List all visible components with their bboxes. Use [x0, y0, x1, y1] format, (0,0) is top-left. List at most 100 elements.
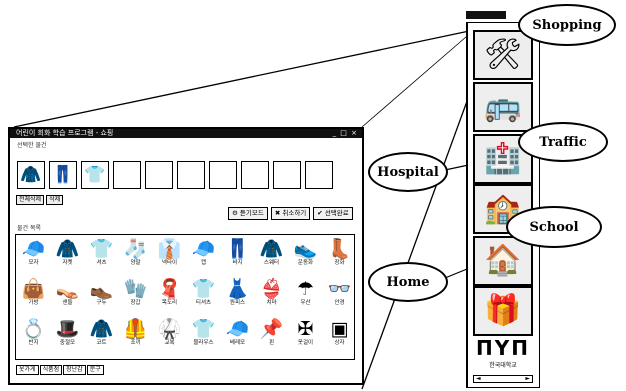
tab-grocery[interactable]: 식품점	[39, 365, 63, 375]
item-label: 목도리	[161, 300, 178, 306]
item-cell[interactable]: 🦺 조끼	[119, 316, 152, 356]
selected-slot[interactable]: 👖	[49, 161, 77, 189]
shirt-icon: 👕	[191, 318, 216, 340]
item-cell[interactable]: 👔 넥타이	[153, 236, 186, 276]
vest-icon: 🦺	[123, 318, 148, 340]
selected-slot[interactable]	[145, 161, 173, 189]
item-cell[interactable]: 🧥 코트	[85, 316, 118, 356]
cap-icon: 🧢	[191, 238, 216, 260]
item-cell[interactable]: 🧣 목도리	[153, 276, 186, 316]
clear-all-button[interactable]: 전체삭제	[16, 195, 45, 205]
selected-slot[interactable]: 🧥	[17, 161, 45, 189]
shirt-icon: 👕	[191, 278, 216, 300]
pants-icon: 👖	[225, 238, 250, 260]
cancel-label: 취소하기	[282, 209, 307, 217]
uniform-icon: 🥋	[157, 318, 182, 340]
item-cell[interactable]: 🧦 양말	[119, 236, 152, 276]
shopping-callout: Shopping	[518, 4, 616, 46]
speaker-icon: ⚙	[232, 209, 238, 217]
coat-icon: 🧥	[20, 164, 42, 185]
item-cell[interactable]: 🥋 교복	[153, 316, 186, 356]
item-label: 중절모	[59, 340, 76, 346]
tab-toys[interactable]: 장난감	[63, 365, 86, 375]
hospital-icon: 🏥	[484, 141, 522, 176]
item-label: 베레모	[229, 340, 246, 346]
item-cell[interactable]: 👟 운동화	[289, 236, 322, 276]
shirt-icon: 👕	[84, 164, 106, 185]
selected-slot[interactable]	[273, 161, 301, 189]
item-label: 조끼	[130, 340, 141, 346]
cancel-icon: ✖	[274, 209, 281, 217]
item-label: 가방	[28, 300, 39, 306]
shopping-category-button[interactable]: 🛠	[473, 30, 533, 80]
glove-icon: 🧤	[123, 278, 148, 300]
item-label: 셔츠	[96, 260, 107, 266]
item-cell[interactable]: 👞 구두	[85, 276, 118, 316]
selected-slot[interactable]	[305, 161, 333, 189]
item-label: 장화	[334, 260, 345, 266]
scarf-icon: 🧣	[157, 278, 182, 300]
item-list-heading: 물건 목록	[17, 225, 41, 232]
box-icon: ▣	[330, 318, 349, 340]
jacket-icon: 🧥	[55, 238, 80, 260]
item-cell[interactable]: 🎩 중절모	[51, 316, 84, 356]
item-label: 원피스	[229, 300, 246, 306]
item-cell[interactable]: 👕 티셔츠	[187, 276, 220, 316]
panel-scrollbar[interactable]: ◄ ►	[473, 375, 533, 383]
shopping-window: 어린이 회화 학습 프로그램 - 쇼핑 _ □ × 선택한 물건 🧥 👖 👕 전체삭…	[8, 127, 364, 385]
done-button[interactable]: ✔ 선택완료	[313, 207, 353, 220]
item-cell[interactable]: ☂ 우산	[289, 276, 322, 316]
selected-items-heading: 선택한 물건	[17, 142, 47, 149]
item-cell[interactable]: ▣ 상자	[323, 316, 356, 356]
pin-icon: 📌	[259, 318, 284, 340]
ring-icon: 💍	[21, 318, 46, 340]
item-cell[interactable]: 📌 핀	[255, 316, 288, 356]
skirt-icon: 👙	[259, 278, 284, 300]
window-controls[interactable]: _ □ ×	[333, 129, 358, 138]
item-label: 모자	[28, 260, 39, 266]
item-label: 샌들	[62, 300, 73, 306]
item-cell[interactable]: 👖 바지	[221, 236, 254, 276]
delete-button[interactable]: 삭제	[46, 195, 64, 205]
umbrella-icon: ☂	[296, 278, 315, 300]
item-cell[interactable]: 👕 셔츠	[85, 236, 118, 276]
sweater-icon: 🧥	[259, 238, 284, 260]
item-cell[interactable]: 👙 치마	[255, 276, 288, 316]
selected-slot[interactable]	[113, 161, 141, 189]
selected-slot[interactable]: 👕	[81, 161, 109, 189]
university-logo: ΠΥΠ	[476, 336, 530, 360]
scroll-left-icon[interactable]: ◄	[476, 376, 481, 382]
traffic-category-button[interactable]: 🚌	[473, 82, 533, 132]
item-cell[interactable]: 👕 블라우스	[187, 316, 220, 356]
item-label: 티셔츠	[195, 300, 212, 306]
item-cell[interactable]: 💍 반지	[17, 316, 50, 356]
selected-slot[interactable]	[241, 161, 269, 189]
misc-category-button[interactable]: 🎁	[473, 286, 533, 336]
item-label: 코트	[96, 340, 107, 346]
item-cell[interactable]: 👓 안경	[323, 276, 356, 316]
item-cell[interactable]: 🧥 자켓	[51, 236, 84, 276]
gift-icon: 🎁	[484, 293, 522, 328]
item-label: 스웨터	[263, 260, 280, 266]
item-cell[interactable]: 🧢 모자	[17, 236, 50, 276]
selected-slot[interactable]	[177, 161, 205, 189]
selected-slot[interactable]	[209, 161, 237, 189]
tab-clothing-store[interactable]: 옷가게	[16, 365, 39, 375]
item-cell[interactable]: 👢 장화	[323, 236, 356, 276]
item-cell[interactable]: 👗 원피스	[221, 276, 254, 316]
item-cell[interactable]: 🧥 스웨터	[255, 236, 288, 276]
item-cell[interactable]: 👡 샌들	[51, 276, 84, 316]
tab-stationery[interactable]: 문구	[86, 365, 104, 375]
school-callout: School	[506, 206, 602, 248]
scroll-right-icon[interactable]: ►	[525, 376, 530, 382]
item-cell[interactable]: ✠ 옷걸이	[289, 316, 322, 356]
item-label: 블라우스	[193, 340, 214, 346]
cancel-button[interactable]: ✖ 취소하기	[270, 207, 311, 220]
listen-mode-button[interactable]: ⚙ 듣기모드	[228, 207, 268, 220]
item-cell[interactable]: 👜 가방	[17, 276, 50, 316]
item-cell[interactable]: 🧤 장갑	[119, 276, 152, 316]
item-cell[interactable]: 🧢 캡	[187, 236, 220, 276]
bag-icon: 👜	[21, 278, 46, 300]
item-cell[interactable]: 🧢 베레모	[221, 316, 254, 356]
coat-icon: 🧥	[89, 318, 114, 340]
